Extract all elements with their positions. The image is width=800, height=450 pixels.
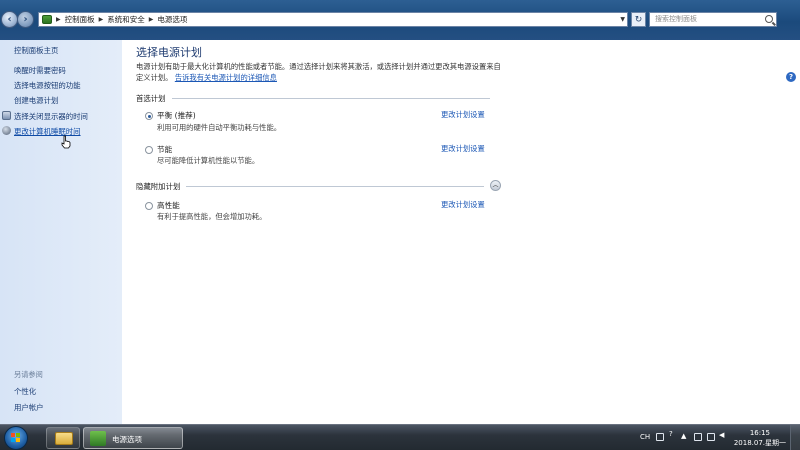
breadcrumb-separator-icon: ▶ (148, 16, 154, 23)
help-icon[interactable]: ? (786, 72, 796, 82)
power-options-taskbar-button[interactable]: 电源选项 (83, 427, 183, 449)
clock-date: 2018.07.星期一 (733, 439, 786, 447)
clock[interactable]: 16:15 2018.07.星期一 (734, 428, 786, 448)
monitor-icon (2, 111, 11, 120)
collapse-up-icon[interactable]: ︿ (490, 180, 501, 191)
chevron-down-icon[interactable]: ▼ (620, 13, 625, 26)
breadcrumb-power-options[interactable]: 电源选项 (157, 14, 187, 25)
moon-icon (2, 126, 11, 135)
plan-power-saver-name[interactable]: 节能 (157, 144, 172, 155)
plan-balanced-settings-link[interactable]: 更改计划设置 (441, 110, 485, 120)
preferred-plans-label: 首选计划 (136, 94, 166, 103)
main-content: ? 选择电源计划 电源计划有助于最大化计算机的性能或者节能。通过选择计划来将其激… (122, 40, 800, 424)
divider (186, 186, 485, 187)
plan-high-performance-radio[interactable] (145, 202, 153, 210)
power-options-icon (90, 431, 106, 446)
plan-balanced-radio[interactable] (145, 112, 153, 120)
address-bar-area: ‹ › ▶ 控制面板 ▶ 系统和安全 ▶ 电源选项 ▼ ↻ 搜索控制面板 (0, 0, 800, 40)
power-plan-info-link[interactable]: 告诉我有关电源计划的详细信息 (175, 73, 277, 82)
help-tray-icon[interactable]: ? (669, 430, 673, 438)
divider (171, 98, 490, 99)
sidebar-item-require-password[interactable]: 唤醒时需要密码 (14, 65, 66, 76)
chevron-up-icon[interactable]: ▲ (681, 432, 686, 440)
search-placeholder: 搜索控制面板 (655, 15, 697, 23)
show-desktop-button[interactable] (790, 425, 800, 450)
sidebar-home-link[interactable]: 控制面板主页 (14, 45, 58, 56)
see-also-heading: 另请参阅 (14, 370, 43, 379)
taskbar: 电源选项 CH ? ▲ ◀ 16:15 2018.07.星期一 (0, 424, 800, 450)
sidebar-item-create-plan[interactable]: 创建电源计划 (14, 95, 58, 106)
action-center-flag-icon[interactable] (694, 433, 702, 441)
plan-high-performance-desc: 有利于提高性能，但会增加功耗。 (157, 212, 267, 221)
sidebar-item-user-accounts[interactable]: 用户帐户 (14, 402, 44, 413)
network-icon[interactable] (707, 433, 715, 441)
sidebar: 控制面板主页 唤醒时需要密码 选择电源按钮的功能 创建电源计划 选择关闭显示器的… (0, 40, 122, 424)
page-title: 选择电源计划 (136, 46, 202, 59)
breadcrumb-separator-icon: ▶ (56, 16, 61, 23)
hand-cursor-icon (61, 135, 71, 149)
refresh-button[interactable]: ↻ (631, 12, 646, 27)
plan-balanced-name[interactable]: 平衡 (推荐) (157, 110, 196, 121)
windows-logo-icon (11, 433, 21, 443)
breadcrumb-control-panel[interactable]: 控制面板 (65, 14, 95, 25)
hidden-plans-heading: 隐藏附加计划 (136, 181, 485, 192)
address-bar[interactable]: ▶ 控制面板 ▶ 系统和安全 ▶ 电源选项 ▼ (38, 12, 628, 27)
back-button[interactable]: ‹ (1, 11, 18, 28)
sidebar-item-power-button[interactable]: 选择电源按钮的功能 (14, 80, 81, 91)
plan-power-saver-desc: 尽可能降低计算机性能以节能。 (157, 156, 260, 165)
input-language-indicator[interactable]: CH (640, 433, 650, 441)
sidebar-item-display-off[interactable]: 选择关闭显示器的时间 (14, 111, 88, 122)
plan-power-saver-settings-link[interactable]: 更改计划设置 (441, 144, 485, 154)
clock-time: 16:15 (749, 429, 770, 437)
page-description: 电源计划有助于最大化计算机的性能或者节能。通过选择计划来将其激活，或选择计划并通… (136, 61, 506, 83)
taskbar-window-label: 电源选项 (112, 435, 142, 444)
breadcrumb-system-security[interactable]: 系统和安全 (107, 14, 145, 25)
control-panel-icon (42, 15, 52, 24)
sidebar-item-personalization[interactable]: 个性化 (14, 386, 36, 397)
plan-power-saver-radio[interactable] (145, 146, 153, 154)
breadcrumb-separator-icon: ▶ (98, 16, 104, 23)
volume-icon[interactable]: ◀ (719, 431, 724, 439)
explorer-taskbar-button[interactable] (46, 427, 80, 449)
forward-button[interactable]: › (17, 11, 34, 28)
keyboard-icon[interactable] (656, 433, 664, 441)
preferred-plans-heading: 首选计划 (136, 93, 490, 104)
plan-high-performance-name[interactable]: 高性能 (157, 200, 180, 211)
hidden-plans-label[interactable]: 隐藏附加计划 (136, 181, 180, 192)
plan-high-performance-settings-link[interactable]: 更改计划设置 (441, 200, 485, 210)
plan-balanced-desc: 利用可用的硬件自动平衡功耗与性能。 (157, 123, 282, 132)
start-button[interactable] (4, 426, 28, 450)
folder-icon (55, 432, 73, 445)
search-input[interactable]: 搜索控制面板 (649, 12, 777, 27)
search-icon[interactable] (765, 15, 773, 23)
